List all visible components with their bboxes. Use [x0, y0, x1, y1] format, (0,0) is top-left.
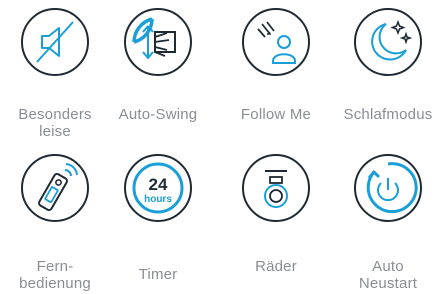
timer-unit: hours [144, 194, 172, 205]
feature-fernbedienung: Fern- bedienung [0, 148, 110, 293]
feature-label-line1: Schlafmodus [343, 106, 433, 123]
feature-auto-neustart: Auto Neustart [333, 148, 443, 293]
feature-label-line1: Räder [255, 258, 297, 275]
auto-swing-icon [122, 6, 194, 78]
feature-grid: Besonders leise Auto-Swing Follow Me Sch… [0, 0, 445, 294]
remote-control-icon [19, 152, 91, 224]
speaker-muted-icon [19, 6, 91, 78]
timer-icon: 24 hours [122, 152, 194, 224]
feature-label-line1: Auto [372, 258, 404, 275]
timer-value: 24 [149, 175, 168, 194]
moon-stars-icon [352, 6, 424, 78]
feature-follow-me: Follow Me [221, 0, 331, 145]
feature-timer: 24 hours Timer [103, 148, 213, 293]
feature-auto-swing: Auto-Swing [103, 0, 213, 145]
feature-label-line1: Fern- [36, 258, 74, 275]
feature-raeder: Räder [221, 148, 331, 293]
feature-besonders-leise: Besonders leise [0, 0, 110, 145]
feature-label-line2: bedienung [19, 275, 91, 292]
wheels-icon [240, 152, 312, 224]
power-icon [352, 152, 424, 224]
feature-label-line1: Besonders [18, 106, 92, 123]
feature-label-line2: leise [39, 123, 71, 140]
feature-label-line2: Neustart [358, 275, 418, 292]
feature-schlafmodus: Schlafmodus [333, 0, 443, 145]
feature-label-line1: Follow Me [240, 106, 312, 123]
follow-me-icon [240, 6, 312, 78]
feature-label-line1: Timer [138, 266, 178, 283]
feature-label-line1: Auto-Swing [118, 106, 198, 123]
